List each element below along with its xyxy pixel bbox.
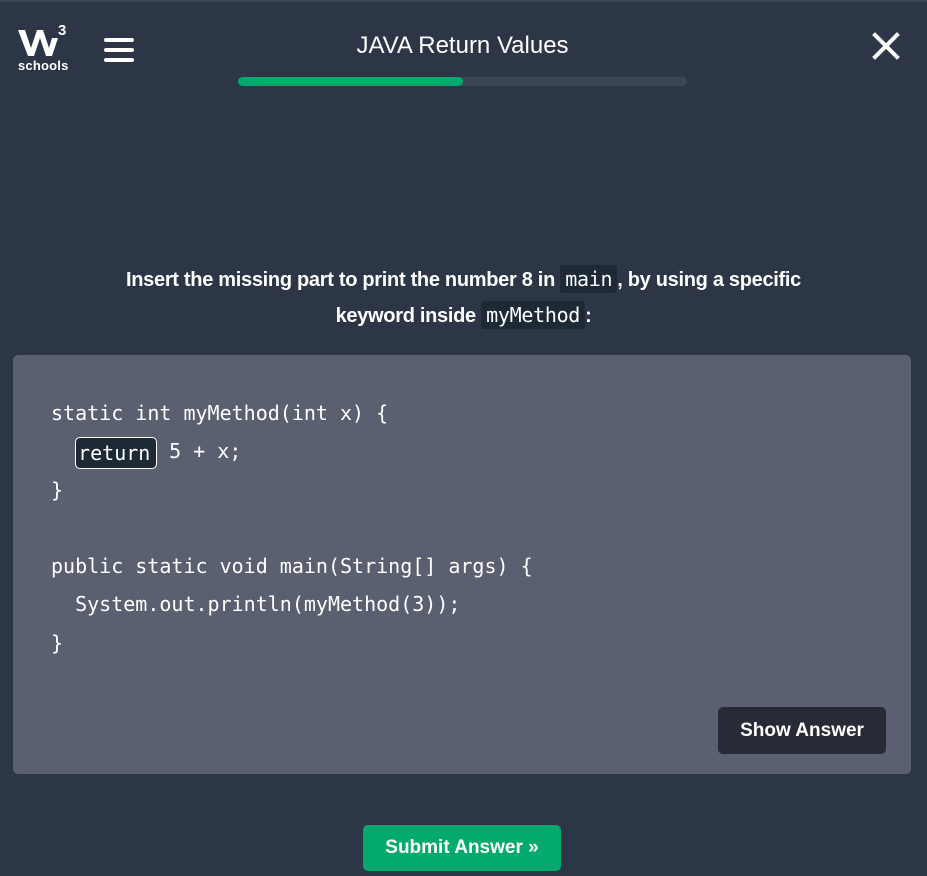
submit-answer-button[interactable]: Submit Answer » [363,825,561,871]
code-panel: static int myMethod(int x) { 5 + x; } pu… [13,355,911,774]
code-line-2: 5 + x; [51,432,533,470]
code-block: static int myMethod(int x) { 5 + x; } pu… [51,394,533,662]
code-line-2-rest: 5 + x; [157,439,242,464]
code-line-1: static int myMethod(int x) { [51,401,389,425]
page-title: JAVA Return Values [356,32,569,59]
hamburger-menu-icon[interactable] [104,38,134,64]
top-border [0,0,927,2]
w3schools-logo[interactable]: 3 schools [18,22,70,76]
code-line-7: } [51,630,64,655]
close-icon[interactable] [872,32,900,60]
code-line-5: public static void main(String[] args) { [51,554,533,579]
progress-bar [238,77,687,86]
logo-superscript: 3 [58,22,67,39]
progress-bar-fill [238,77,463,86]
question-part4: : [585,305,592,327]
question-part1: Insert the missing part to print the num… [126,269,561,291]
logo-text: schools [18,58,69,73]
code-line-3: } [51,477,64,502]
code-line-6: System.out.println(myMethod(3)); [51,592,461,617]
show-answer-button[interactable]: Show Answer [718,707,886,754]
question-text: Insert the missing part to print the num… [60,262,867,334]
answer-input[interactable] [75,436,158,469]
question-part2: , by using a specific [617,269,801,291]
keyword-main: main [560,265,618,293]
question-part3: keyword inside [335,305,482,327]
keyword-mymethod: myMethod [481,301,586,329]
